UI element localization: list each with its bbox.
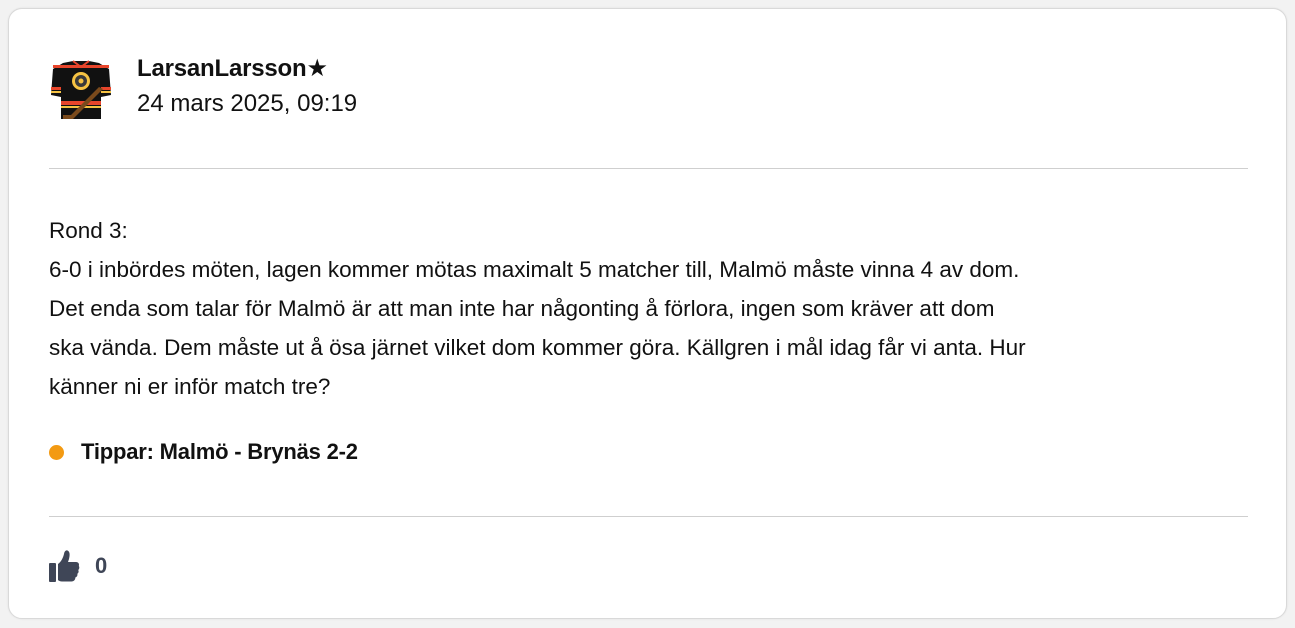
post-body-line: 6-0 i inbördes möten, lagen kommer mötas… bbox=[49, 257, 1020, 282]
post-body-line: Det enda som talar för Malmö är att man … bbox=[49, 296, 995, 321]
footer-divider bbox=[49, 516, 1248, 517]
hockey-jersey-icon bbox=[51, 60, 111, 119]
post-body-line: känner ni er inför match tre? bbox=[49, 374, 331, 399]
post-header: LarsanLarsson★ 24 mars 2025, 09:19 bbox=[137, 53, 357, 119]
post-body-line: Rond 3: bbox=[49, 218, 128, 243]
like-bar: 0 bbox=[47, 548, 107, 584]
post-body: Rond 3: 6-0 i inbördes möten, lagen komm… bbox=[49, 211, 1249, 406]
prediction-text: Tippar: Malmö - Brynäs 2-2 bbox=[81, 439, 358, 464]
author-name[interactable]: LarsanLarsson★ bbox=[137, 53, 357, 85]
post-timestamp: 24 mars 2025, 09:19 bbox=[137, 90, 358, 117]
prediction-row: Tippar: Malmö - Brynäs 2-2 bbox=[49, 439, 358, 465]
header-divider bbox=[49, 168, 1248, 169]
like-button[interactable] bbox=[47, 548, 81, 584]
like-count: 0 bbox=[95, 553, 108, 578]
post-body-line: ska vända. Dem måste ut å ösa järnet vil… bbox=[49, 335, 1026, 360]
thumbs-up-icon bbox=[49, 550, 80, 582]
user-avatar[interactable] bbox=[49, 57, 113, 121]
forum-post-card: LarsanLarsson★ 24 mars 2025, 09:19 Rond … bbox=[8, 8, 1287, 619]
prediction-status-dot-icon bbox=[49, 444, 64, 460]
